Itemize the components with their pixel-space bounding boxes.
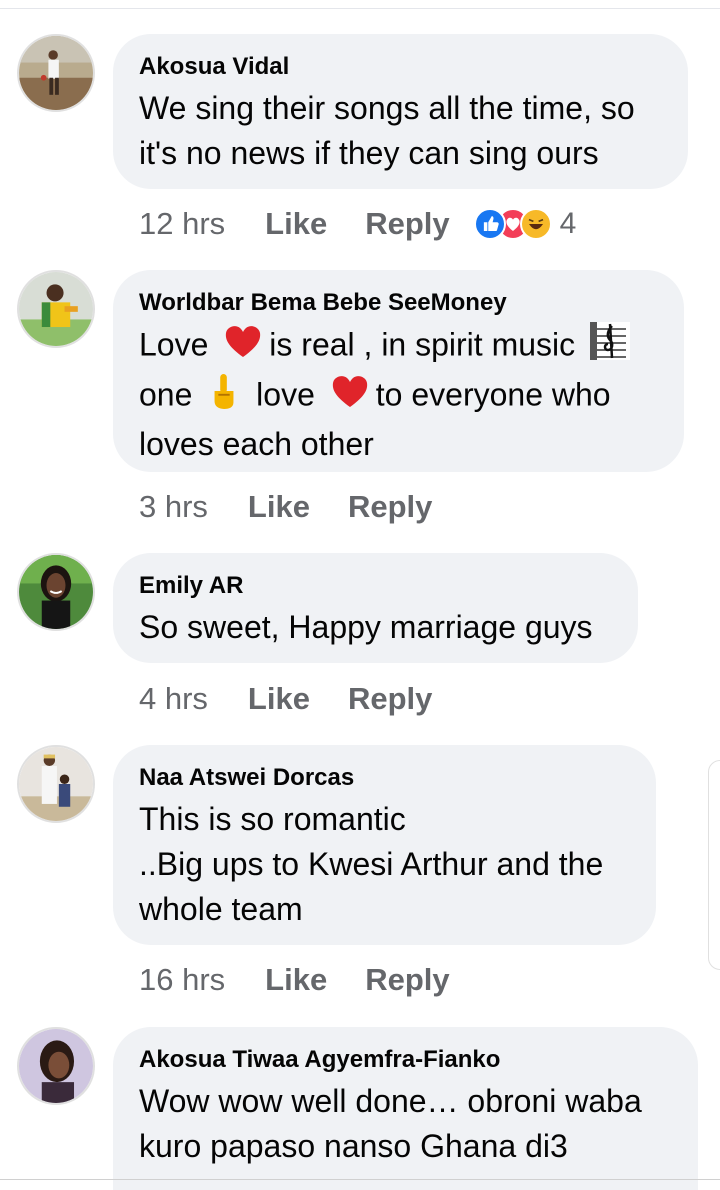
like-button[interactable]: Like bbox=[248, 681, 310, 717]
comment-text-line: one bbox=[139, 376, 193, 413]
avatar[interactable] bbox=[17, 553, 95, 631]
divider bbox=[0, 8, 720, 9]
like-reaction-icon bbox=[473, 208, 506, 240]
index-pointing-up-icon bbox=[207, 372, 241, 422]
reply-button[interactable]: Reply bbox=[365, 962, 449, 998]
avatar[interactable] bbox=[17, 745, 95, 823]
comment-bubble: Akosua Tiwaa Agyemfra-Fianko Wow wow wel… bbox=[113, 1027, 698, 1190]
reply-button[interactable]: Reply bbox=[365, 206, 449, 242]
comment-actions: 3 hrs Like Reply bbox=[139, 487, 456, 527]
comment-text: We sing their songs all the time, so it'… bbox=[139, 86, 662, 176]
comment-text-line: loves each other bbox=[139, 426, 374, 462]
comment-author[interactable]: Akosua Tiwaa Agyemfra-Fianko bbox=[139, 1045, 672, 1075]
comment-author[interactable]: Naa Atswei Dorcas bbox=[139, 763, 630, 793]
comment-actions: 12 hrs Like Reply 4 bbox=[139, 204, 576, 244]
comment-text: So sweet, Happy marriage guys bbox=[139, 605, 612, 650]
comment-author[interactable]: Worldbar Bema Bebe SeeMoney bbox=[139, 288, 658, 318]
comment-text-line: to everyone who bbox=[375, 376, 611, 413]
haha-reaction-icon bbox=[519, 208, 552, 240]
comment-text-line: whole team bbox=[139, 891, 303, 927]
comment-time[interactable]: 3 hrs bbox=[139, 489, 208, 525]
comment-author[interactable]: Akosua Vidal bbox=[139, 52, 662, 82]
divider bbox=[0, 1179, 720, 1180]
comment-bubble: Akosua Vidal We sing their songs all the… bbox=[113, 34, 688, 189]
comment-text: This is so romantic ..Big ups to Kwesi A… bbox=[139, 797, 630, 932]
comment-bubble: Emily AR So sweet, Happy marriage guys bbox=[113, 553, 638, 663]
comment-time[interactable]: 16 hrs bbox=[139, 962, 225, 998]
like-button[interactable]: Like bbox=[265, 962, 327, 998]
comment-text-line: ..Big ups to Kwesi Arthur and the bbox=[139, 846, 604, 882]
like-button[interactable]: Like bbox=[265, 206, 327, 242]
comment-bubble: Worldbar Bema Bebe SeeMoney Love is real… bbox=[113, 270, 684, 472]
reply-button[interactable]: Reply bbox=[348, 681, 432, 717]
scroll-edge-handle[interactable] bbox=[708, 760, 720, 970]
comment-text-line: it's no news if they can sing ours bbox=[139, 135, 599, 171]
comment-text-line: kuro papaso nanso Ghana di3 bbox=[139, 1128, 568, 1164]
comment-bubble: Naa Atswei Dorcas This is so romantic ..… bbox=[113, 745, 656, 945]
comment-text-line: So sweet, Happy marriage guys bbox=[139, 609, 593, 645]
avatar[interactable] bbox=[17, 1027, 95, 1105]
red-heart-icon bbox=[330, 373, 370, 421]
like-button[interactable]: Like bbox=[248, 489, 310, 525]
reaction-summary[interactable]: 4 bbox=[473, 207, 577, 241]
avatar[interactable] bbox=[17, 34, 95, 112]
avatar[interactable] bbox=[17, 270, 95, 348]
red-heart-icon bbox=[223, 323, 263, 371]
comment-time[interactable]: 4 hrs bbox=[139, 681, 208, 717]
reaction-count: 4 bbox=[559, 207, 577, 240]
comment-text: Wow wow well done… obroni waba kuro papa… bbox=[139, 1079, 672, 1169]
comments-page: Akosua Vidal We sing their songs all the… bbox=[0, 0, 720, 1190]
comment-text-line: Love bbox=[139, 326, 209, 363]
comment-text-line: This is so romantic bbox=[139, 801, 406, 837]
comment-text-line: We sing their songs all the time, so bbox=[139, 90, 635, 126]
comment-text: Love is real , in spirit music one love bbox=[139, 322, 658, 467]
musical-score-icon bbox=[590, 322, 631, 372]
comment-text-line: Wow wow well done… obroni waba bbox=[139, 1083, 642, 1119]
comment-actions: 4 hrs Like Reply bbox=[139, 679, 456, 719]
comment-text-line: is real , in spirit music bbox=[269, 326, 576, 363]
reply-button[interactable]: Reply bbox=[348, 489, 432, 525]
comment-author[interactable]: Emily AR bbox=[139, 571, 612, 601]
comment-time[interactable]: 12 hrs bbox=[139, 206, 225, 242]
comment-actions: 16 hrs Like Reply bbox=[139, 960, 474, 1000]
comment-text-line: love bbox=[256, 376, 315, 413]
